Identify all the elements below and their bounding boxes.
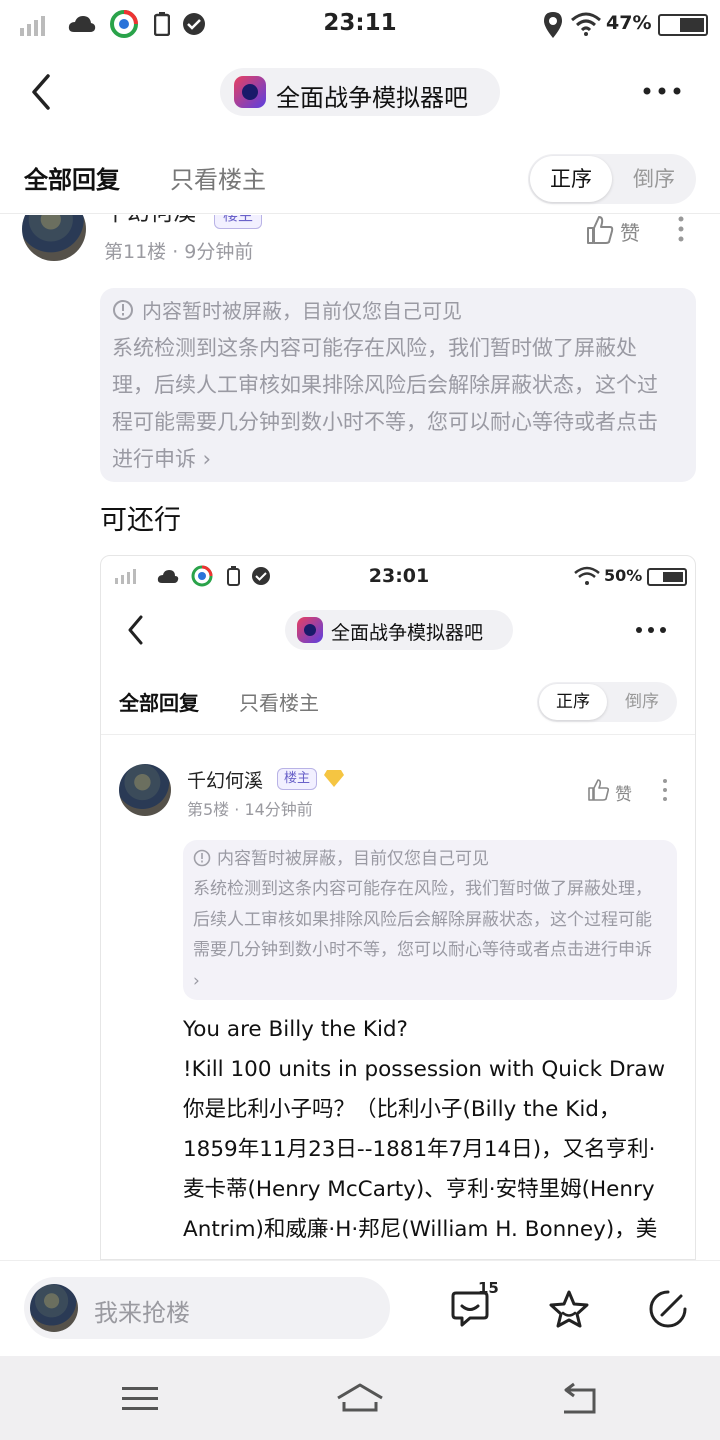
post-username[interactable]: 千幻何溪 <box>104 215 196 227</box>
embedded-forum-name: 全面战争模拟器吧 <box>331 622 484 644</box>
my-avatar <box>30 1284 78 1332</box>
embedded-post-more-icon <box>663 779 667 801</box>
chevron-right-icon: › <box>196 447 212 471</box>
wifi-icon <box>571 12 601 36</box>
forum-avatar-icon <box>234 76 266 108</box>
embedded-more-icon <box>636 627 666 633</box>
embedded-check-icon <box>252 567 270 585</box>
embedded-order-desc: 倒序 <box>625 692 659 712</box>
home-icon[interactable] <box>336 1382 384 1416</box>
embedded-post-text: You are Billy the Kid? !Kill 100 units i… <box>183 1010 683 1250</box>
embedded-battery-small-icon <box>227 566 240 586</box>
embedded-meta: 第5楼 · 14分钟前 <box>187 800 313 819</box>
more-options-icon[interactable] <box>642 86 682 96</box>
embedded-text-line: You are Billy the Kid? <box>183 1017 408 1042</box>
system-nav-bar <box>0 1356 720 1440</box>
order-desc-button[interactable]: 倒序 <box>614 156 694 202</box>
reply-input[interactable]: 我来抢楼 <box>24 1277 390 1339</box>
embedded-username: 千幻何溪 <box>187 770 264 792</box>
embedded-diamond-icon <box>324 770 344 787</box>
embedded-app-logo-icon <box>191 565 213 587</box>
embedded-battery-percent: 50% <box>604 566 643 585</box>
embedded-text-line: !Kill 100 units in possession with Quick… <box>183 1057 666 1082</box>
order-asc-button[interactable]: 正序 <box>530 156 612 202</box>
reply-placeholder: 我来抢楼 <box>94 1299 190 1327</box>
embedded-info-icon <box>193 849 211 867</box>
like-icon[interactable] <box>586 215 614 245</box>
top-header: 全面战争模拟器吧 <box>0 52 720 132</box>
back-arrow-icon[interactable] <box>28 72 54 112</box>
embedded-text-line: 麦卡蒂(Henry McCarty)、亨利·安特里姆(Henry <box>183 1177 655 1202</box>
embedded-screenshot[interactable]: 23:01 50% 全面战争模拟器吧 全部回复 只看楼主 正序 倒序 千幻何溪 … <box>100 555 696 1260</box>
forum-title-pill[interactable]: 全面战争模拟器吧 <box>220 68 500 116</box>
status-time: 23:11 <box>323 10 397 36</box>
embedded-cloud-icon <box>157 570 179 583</box>
info-icon <box>113 300 133 320</box>
favorite-star-icon[interactable] <box>548 1289 590 1329</box>
forum-name: 全面战争模拟器吧 <box>276 84 468 112</box>
check-circle-icon <box>183 13 205 35</box>
comment-count: 15 <box>478 1279 499 1297</box>
embedded-tab-all: 全部回复 <box>119 691 199 715</box>
embedded-text-line: 你是比利小子吗？（比利小子(Billy the Kid， <box>183 1097 621 1122</box>
embedded-status-time: 23:01 <box>368 565 430 587</box>
post-more-icon[interactable] <box>676 215 686 245</box>
embedded-text-line: Antrim)和威廉·H·邦尼(William H. Bonney)，美 <box>183 1217 658 1242</box>
embedded-notice-title: 内容暂时被屏蔽，目前仅您自己可见 <box>217 849 489 869</box>
embedded-divider <box>101 734 695 735</box>
embedded-text-line: 1859年11月23日--1881年7月14日)，又名亨利· <box>183 1137 656 1162</box>
cloud-icon <box>68 16 96 32</box>
blocked-notice[interactable]: 内容暂时被屏蔽，目前仅您自己可见 系统检测到这条内容可能存在风险，我们暂时做了屏… <box>100 288 696 482</box>
status-bar: 23:11 47% <box>0 0 720 52</box>
notice-title: 内容暂时被屏蔽，目前仅您自己可见 <box>142 299 462 323</box>
embedded-battery-icon <box>647 568 687 586</box>
embedded-order-asc: 正序 <box>539 684 607 720</box>
embedded-blocked-notice: 内容暂时被屏蔽，目前仅您自己可见 系统检测到这条内容可能存在风险，我们暂时做了屏… <box>183 840 677 1000</box>
owner-badge: 楼主 <box>214 215 262 229</box>
embedded-like-icon <box>588 779 609 801</box>
embedded-user-avatar <box>119 764 171 816</box>
reply-tabs: 全部回复 只看楼主 正序 倒序 <box>0 132 720 214</box>
embedded-forum-avatar-icon <box>297 617 323 643</box>
tab-owner-only[interactable]: 只看楼主 <box>170 160 266 195</box>
embedded-tab-owner: 只看楼主 <box>239 691 319 715</box>
post-meta: 第11楼 · 9分钟前 <box>104 241 254 263</box>
bottom-reply-bar: 我来抢楼 15 <box>0 1260 720 1356</box>
post-body-text: 可还行 <box>100 505 181 536</box>
signal-icon <box>20 16 45 36</box>
embedded-owner-badge: 楼主 <box>277 768 317 790</box>
location-icon <box>544 12 562 38</box>
embedded-wifi-icon <box>574 566 600 585</box>
share-edit-icon[interactable] <box>648 1289 688 1329</box>
battery-icon <box>658 14 708 36</box>
user-avatar[interactable] <box>22 215 86 261</box>
order-toggle: 正序 倒序 <box>528 154 696 204</box>
embedded-status-bar: 23:01 50% <box>101 556 695 596</box>
embedded-forum-title-pill: 全面战争模拟器吧 <box>285 610 513 650</box>
embedded-like-label: 赞 <box>615 785 632 805</box>
embedded-order-toggle: 正序 倒序 <box>537 682 677 722</box>
embedded-notice-body: 系统检测到这条内容可能存在风险，我们暂时做了屏蔽处理，后续人工审核如果排除风险后… <box>193 879 652 991</box>
tab-all-replies[interactable]: 全部回复 <box>24 160 120 195</box>
return-icon[interactable] <box>560 1382 598 1416</box>
notice-body: 系统检测到这条内容可能存在风险，我们暂时做了屏蔽处理，后续人工审核如果排除风险后… <box>112 336 658 471</box>
like-label[interactable]: 赞 <box>620 217 640 246</box>
embedded-signal-icon <box>115 569 136 584</box>
battery-percent: 47% <box>606 12 652 34</box>
embedded-back-arrow-icon <box>128 615 143 645</box>
battery-small-icon <box>154 12 170 36</box>
embedded-chevron-right-icon: › <box>193 970 200 991</box>
app-logo-icon <box>110 10 138 38</box>
menu-icon[interactable] <box>122 1386 158 1412</box>
